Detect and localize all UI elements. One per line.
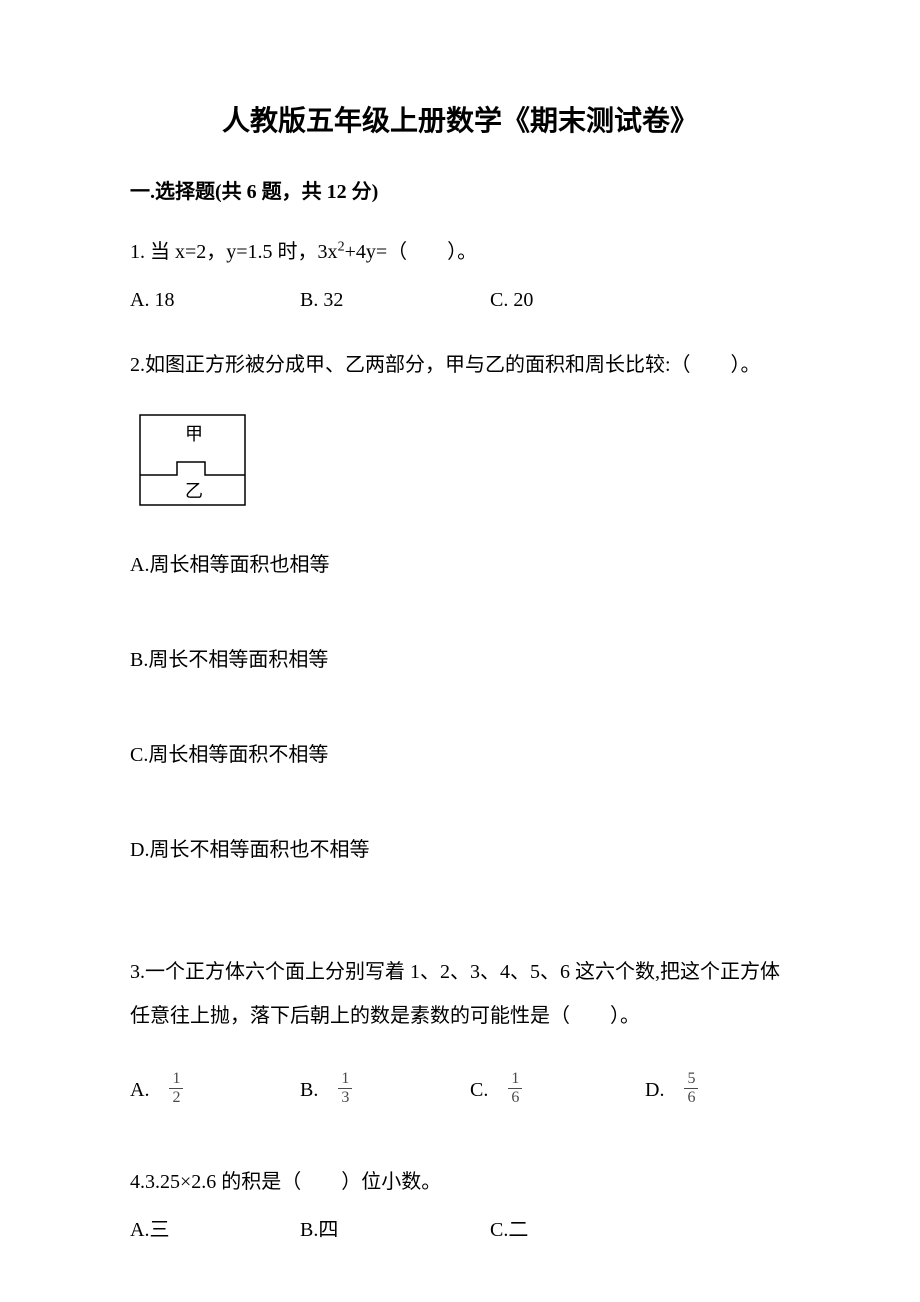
q1-text-prefix: 1. 当 x=2，y=1.5 时，3x	[130, 241, 338, 263]
q2-option-a: A.周长相等面积也相等	[130, 545, 790, 585]
q1-option-b: B. 32	[300, 280, 490, 320]
question-1: 1. 当 x=2，y=1.5 时，3x2+4y=（ ）。 A. 18 B. 32…	[130, 232, 790, 320]
question-4-options: A.三 B.四 C.二	[130, 1210, 790, 1250]
question-1-text: 1. 当 x=2，y=1.5 时，3x2+4y=（ ）。	[130, 232, 790, 272]
q3-b-label: B.	[300, 1068, 318, 1112]
q3-a-label: A.	[130, 1068, 149, 1112]
question-2-figure: 甲 乙	[135, 410, 790, 510]
q1-option-a: A. 18	[130, 280, 300, 320]
question-4: 4.3.25×2.6 的积是（ ）位小数。 A.三 B.四 C.二	[130, 1162, 790, 1250]
question-2: 2.如图正方形被分成甲、乙两部分，甲与乙的面积和周长比较:（ ）。 甲 乙 A.…	[130, 345, 790, 925]
page-title: 人教版五年级上册数学《期末测试卷》	[130, 100, 790, 142]
q1-exponent: 2	[338, 239, 345, 254]
question-3-text: 3.一个正方体六个面上分别写着 1、2、3、4、5、6 这六个数,把这个正方体任…	[130, 950, 790, 1038]
question-2-text: 2.如图正方形被分成甲、乙两部分，甲与乙的面积和周长比较:（ ）。	[130, 345, 790, 385]
q3-c-denominator: 6	[508, 1089, 522, 1106]
fraction-icon: 1 2	[169, 1071, 183, 1106]
q3-c-numerator: 1	[508, 1071, 522, 1089]
section-header: 一.选择题(共 6 题，共 12 分)	[130, 177, 790, 207]
question-1-options: A. 18 B. 32 C. 20	[130, 280, 790, 320]
q2-option-d: D.周长不相等面积也不相等	[130, 830, 790, 870]
q3-option-c: C. 1 6	[470, 1068, 645, 1112]
q3-b-denominator: 3	[338, 1089, 352, 1106]
q3-option-a: A. 1 2	[130, 1068, 300, 1112]
q3-d-numerator: 5	[684, 1071, 698, 1089]
q4-option-b: B.四	[300, 1210, 490, 1250]
q3-a-numerator: 1	[169, 1071, 183, 1089]
q3-d-label: D.	[645, 1068, 664, 1112]
question-3-options: A. 1 2 B. 1 3 C. 1 6 D. 5 6	[130, 1068, 790, 1112]
q2-option-b: B.周长不相等面积相等	[130, 640, 790, 680]
q3-b-numerator: 1	[338, 1071, 352, 1089]
question-3: 3.一个正方体六个面上分别写着 1、2、3、4、5、6 这六个数,把这个正方体任…	[130, 950, 790, 1112]
q4-option-a: A.三	[130, 1210, 300, 1250]
fraction-icon: 1 6	[508, 1071, 522, 1106]
fraction-icon: 1 3	[338, 1071, 352, 1106]
q1-text-suffix: +4y=（ ）。	[345, 241, 478, 263]
q3-option-d: D. 5 6	[645, 1068, 785, 1112]
q1-option-c: C. 20	[490, 280, 660, 320]
figure-label-yi: 乙	[185, 481, 203, 501]
fraction-icon: 5 6	[684, 1071, 698, 1106]
q3-c-label: C.	[470, 1068, 488, 1112]
q3-option-b: B. 1 3	[300, 1068, 470, 1112]
q2-option-c: C.周长相等面积不相等	[130, 735, 790, 775]
question-4-text: 4.3.25×2.6 的积是（ ）位小数。	[130, 1162, 790, 1202]
q3-d-denominator: 6	[684, 1089, 698, 1106]
q4-option-c: C.二	[490, 1210, 660, 1250]
square-figure-icon: 甲 乙	[135, 410, 255, 510]
q3-a-denominator: 2	[169, 1089, 183, 1106]
question-2-options: A.周长相等面积也相等 B.周长不相等面积相等 C.周长相等面积不相等 D.周长…	[130, 545, 790, 925]
figure-label-jia: 甲	[185, 424, 203, 444]
